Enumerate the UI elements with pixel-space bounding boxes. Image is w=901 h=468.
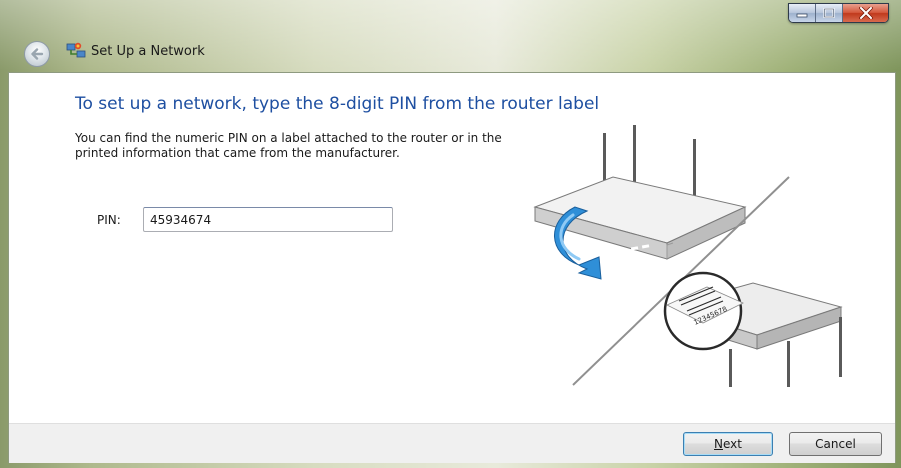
back-arrow-icon xyxy=(31,48,44,60)
next-label-rest: ext xyxy=(723,437,742,451)
next-mnemonic: N xyxy=(714,437,723,451)
set-up-network-window: Set Up a Network To set up a network, ty… xyxy=(0,0,901,468)
next-button[interactable]: Next xyxy=(683,432,773,456)
router-illustration: 12345678 xyxy=(533,125,843,387)
network-setup-icon xyxy=(66,42,86,58)
page-heading: To set up a network, type the 8-digit PI… xyxy=(75,94,600,114)
title-bar: Set Up a Network xyxy=(0,0,901,80)
cancel-button[interactable]: Cancel xyxy=(789,432,882,456)
window-title: Set Up a Network xyxy=(91,44,205,59)
wizard-footer: Next Cancel xyxy=(9,423,895,463)
pin-label-magnifier: 12345678 xyxy=(663,271,744,351)
pin-label: PIN: xyxy=(97,213,121,227)
back-button[interactable] xyxy=(24,41,50,67)
pin-instructions: You can find the numeric PIN on a label … xyxy=(75,131,502,160)
wizard-page: To set up a network, type the 8-digit PI… xyxy=(8,72,896,463)
pin-input[interactable] xyxy=(143,207,393,232)
